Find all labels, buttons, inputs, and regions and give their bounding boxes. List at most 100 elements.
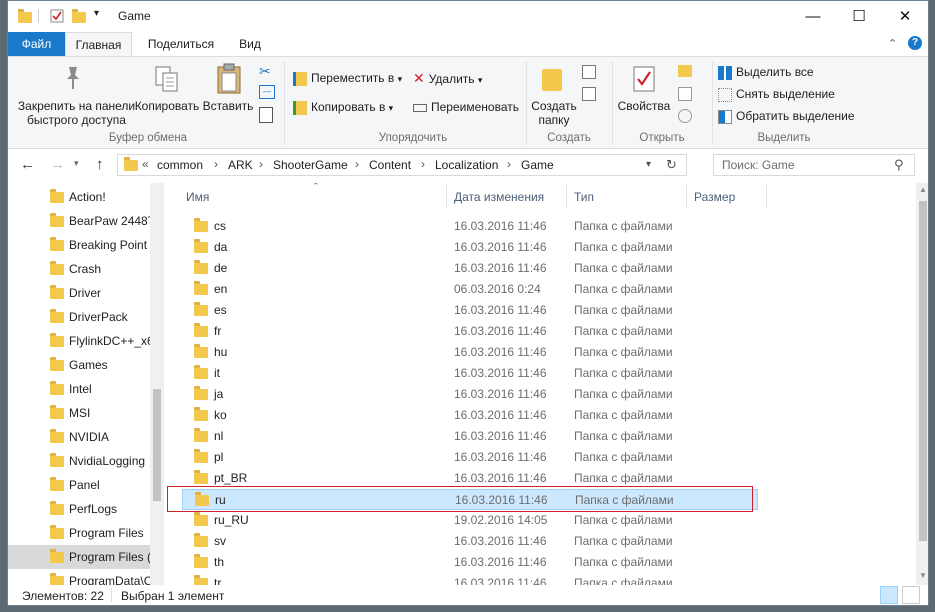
file-row[interactable]: tr 16.03.2016 11:46 Папка с файлами: [182, 573, 758, 585]
qat-dropdown-icon[interactable]: ▾: [94, 8, 99, 19]
cut-icon[interactable]: ✂: [259, 63, 271, 80]
file-row[interactable]: cs 16.03.2016 11:46 Папка с файлами: [182, 216, 758, 237]
file-row[interactable]: it 16.03.2016 11:46 Папка с файлами: [182, 363, 758, 384]
pin-quick-access-button[interactable]: Закрепить на панели быстрого доступа: [14, 99, 139, 127]
copy-path-icon[interactable]: —: [259, 85, 275, 99]
file-row[interactable]: da 16.03.2016 11:46 Папка с файлами: [182, 237, 758, 258]
breadcrumb-localization[interactable]: Localization: [435, 158, 498, 172]
breadcrumb-ark[interactable]: ARK: [228, 158, 253, 172]
nav-item[interactable]: NVIDIA: [8, 425, 153, 449]
back-arrow-icon[interactable]: ←: [20, 156, 35, 173]
move-to-button[interactable]: Переместить в ▾: [293, 69, 402, 87]
file-row[interactable]: pl 16.03.2016 11:46 Папка с файлами: [182, 447, 758, 468]
nav-item-selected[interactable]: Program Files (: [8, 545, 153, 569]
file-row[interactable]: es 16.03.2016 11:46 Папка с файлами: [182, 300, 758, 321]
select-all-button[interactable]: Выделить все: [718, 63, 814, 81]
nav-item[interactable]: Program Files: [8, 521, 153, 545]
nav-item[interactable]: Panel: [8, 473, 153, 497]
column-header-name[interactable]: Имя: [186, 183, 209, 211]
file-row[interactable]: hu 16.03.2016 11:46 Папка с файлами: [182, 342, 758, 363]
edit-icon[interactable]: [678, 87, 692, 101]
folder-icon: [194, 281, 208, 295]
new-item-icon[interactable]: [582, 65, 596, 79]
forward-arrow-icon[interactable]: →: [50, 156, 65, 173]
nav-item[interactable]: Crash: [8, 257, 153, 281]
close-button[interactable]: ✕: [882, 1, 928, 32]
breadcrumb-common[interactable]: common: [157, 158, 203, 172]
column-header-size[interactable]: Размер: [694, 183, 735, 211]
nav-item[interactable]: FlylinkDC++_x6: [8, 329, 153, 353]
rename-button[interactable]: Переименовать: [413, 98, 519, 116]
file-row[interactable]: en 06.03.2016 0:24 Папка с файлами: [182, 279, 758, 300]
scrollbar-thumb[interactable]: [919, 201, 927, 541]
breadcrumb-content[interactable]: Content: [369, 158, 411, 172]
scrollbar-thumb[interactable]: [153, 389, 161, 501]
nav-scrollbar[interactable]: [150, 183, 164, 585]
breadcrumb-shootergame[interactable]: ShooterGame: [273, 158, 348, 172]
search-box[interactable]: Поиск: Game ⚲: [713, 154, 915, 176]
details-view-icon[interactable]: [880, 586, 898, 604]
overflow-icon[interactable]: «: [142, 157, 149, 171]
tab-share[interactable]: Поделиться: [138, 32, 224, 56]
recent-chevron-down-icon[interactable]: ▾: [74, 158, 79, 169]
search-input[interactable]: Поиск: Game: [722, 158, 795, 172]
nav-item[interactable]: Breaking Point: [8, 233, 153, 257]
nav-item-label: Breaking Point: [69, 238, 148, 252]
paste-button[interactable]: Вставить: [200, 99, 256, 113]
select-none-button[interactable]: Снять выделение: [718, 85, 835, 103]
history-icon[interactable]: [678, 109, 692, 123]
list-scrollbar[interactable]: ▲ ▼: [916, 183, 928, 585]
invert-selection-button[interactable]: Обратить выделение: [718, 107, 855, 125]
nav-item-label: ProgramData\C: [69, 574, 153, 585]
nav-item[interactable]: NvidiaLogging: [8, 449, 153, 473]
scroll-down-icon[interactable]: ▼: [919, 571, 927, 580]
file-row[interactable]: de 16.03.2016 11:46 Папка с файлами: [182, 258, 758, 279]
title-bar: ▾ Game — ☐ ✕: [8, 1, 928, 32]
minimize-button[interactable]: —: [790, 1, 836, 32]
nav-item[interactable]: Intel: [8, 377, 153, 401]
copy-button[interactable]: Копировать: [134, 99, 200, 113]
open-icon[interactable]: [678, 65, 692, 77]
file-row[interactable]: sv 16.03.2016 11:46 Папка с файлами: [182, 531, 758, 552]
file-row[interactable]: ko 16.03.2016 11:46 Папка с файлами: [182, 405, 758, 426]
file-row[interactable]: ru_RU 19.02.2016 14:05 Папка с файлами: [182, 510, 758, 531]
nav-item[interactable]: DriverPack: [8, 305, 153, 329]
nav-item[interactable]: ProgramData\C: [8, 569, 153, 585]
file-row[interactable]: th 16.03.2016 11:46 Папка с файлами: [182, 552, 758, 573]
file-row[interactable]: ja 16.03.2016 11:46 Папка с файлами: [182, 384, 758, 405]
address-bar[interactable]: « common › ARK › ShooterGame › Content ›…: [117, 154, 687, 176]
scroll-up-icon[interactable]: ▲: [919, 185, 927, 194]
new-folder-icon[interactable]: [72, 9, 86, 23]
refresh-icon[interactable]: ↻: [666, 157, 677, 173]
up-arrow-icon[interactable]: ↑: [96, 156, 104, 173]
select-all-icon: [718, 65, 732, 80]
easy-access-icon[interactable]: [582, 87, 596, 101]
column-header-date[interactable]: Дата изменения: [454, 183, 544, 211]
nav-item-label: Action!: [69, 190, 106, 204]
delete-button[interactable]: ✕ Удалить ▾: [413, 69, 482, 87]
collapse-ribbon-icon[interactable]: ⌃: [888, 37, 897, 50]
tab-view[interactable]: Вид: [228, 32, 272, 56]
breadcrumb-game[interactable]: Game: [521, 158, 554, 172]
new-folder-button[interactable]: Создать папку: [528, 99, 580, 127]
nav-item[interactable]: Games: [8, 353, 153, 377]
maximize-button[interactable]: ☐: [836, 1, 882, 32]
nav-item[interactable]: MSI: [8, 401, 153, 425]
search-icon[interactable]: ⚲: [894, 157, 904, 173]
column-header-type[interactable]: Тип: [574, 183, 594, 211]
tab-home[interactable]: Главная: [65, 32, 132, 56]
file-row[interactable]: fr 16.03.2016 11:46 Папка с файлами: [182, 321, 758, 342]
nav-item[interactable]: PerfLogs: [8, 497, 153, 521]
address-dropdown-icon[interactable]: ▾: [646, 159, 651, 170]
properties-button[interactable]: Свойства: [614, 99, 674, 113]
file-row[interactable]: nl 16.03.2016 11:46 Папка с файлами: [182, 426, 758, 447]
tab-file[interactable]: Файл: [8, 32, 65, 56]
help-icon[interactable]: ?: [908, 36, 922, 50]
nav-item[interactable]: Action!: [8, 185, 153, 209]
large-icons-view-icon[interactable]: [902, 586, 920, 604]
nav-item[interactable]: Driver: [8, 281, 153, 305]
copy-to-button[interactable]: Копировать в ▾: [293, 98, 393, 116]
nav-item[interactable]: BearPaw 2448T: [8, 209, 153, 233]
paste-shortcut-icon[interactable]: [259, 107, 273, 123]
properties-check-icon[interactable]: [50, 9, 64, 23]
